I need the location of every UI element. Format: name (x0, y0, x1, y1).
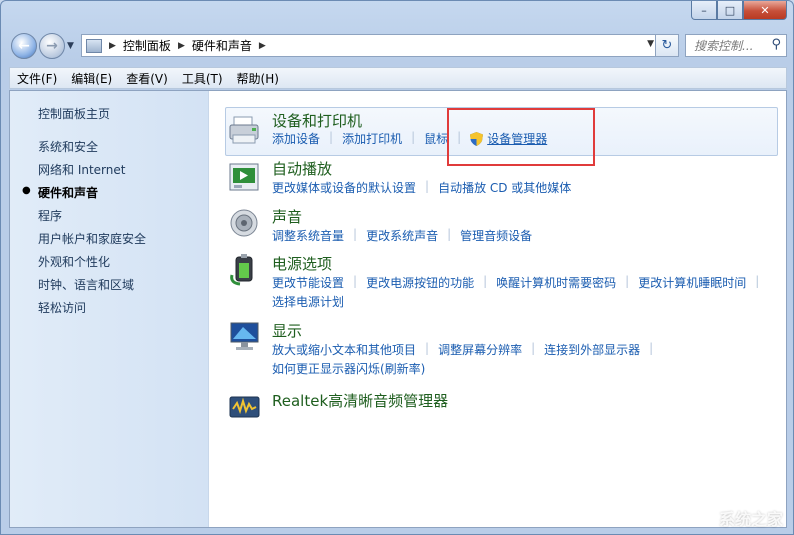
link-adjust-resolution[interactable]: 调整屏幕分辨率 (438, 341, 522, 358)
category-title-realtek[interactable]: Realtek高清晰音频管理器 (272, 390, 448, 411)
caption-buttons: – □ ✕ (691, 1, 787, 20)
menu-tools[interactable]: 工具(T) (175, 70, 230, 87)
search-icon[interactable]: ⚲ (771, 37, 781, 52)
autoplay-links: 更改媒体或设备的默认设置 | 自动播放 CD 或其他媒体 (272, 179, 571, 196)
sidebar-item-user-accounts[interactable]: 用户帐户和家庭安全 (38, 230, 146, 247)
link-separator: | (353, 274, 358, 288)
display-links: 放大或缩小文本和其他项目 | 调整屏幕分辨率 | 连接到外部显示器 | (272, 341, 662, 358)
link-adjust-volume[interactable]: 调整系统音量 (272, 227, 344, 244)
sidebar-item-network[interactable]: 网络和 Internet (38, 161, 125, 178)
search-placeholder: 搜索控制... (694, 39, 754, 53)
link-separator: | (531, 341, 536, 355)
menu-view[interactable]: 查看(V) (119, 70, 175, 87)
link-separator: | (649, 341, 654, 355)
autoplay-icon[interactable] (228, 161, 262, 195)
battery-icon[interactable] (228, 253, 262, 287)
category-title-autoplay[interactable]: 自动播放 (272, 158, 332, 179)
recent-pages-dropdown-icon[interactable]: ▼ (67, 41, 74, 51)
link-separator: | (425, 341, 430, 355)
link-separator: | (411, 130, 416, 144)
link-separator: | (425, 179, 430, 193)
link-change-media-defaults[interactable]: 更改媒体或设备的默认设置 (272, 179, 416, 196)
sidebar-item-programs[interactable]: 程序 (38, 207, 62, 224)
link-add-device[interactable]: 添加设备 (272, 130, 320, 147)
monitor-icon[interactable] (228, 319, 262, 353)
link-add-printer[interactable]: 添加打印机 (342, 130, 402, 147)
display-links-row2: 如何更正显示器闪烁(刷新率) (272, 360, 425, 377)
sidebar-item-appearance[interactable]: 外观和个性化 (38, 253, 110, 270)
address-dropdown-icon[interactable]: ▼ (647, 39, 654, 49)
sidebar-item-home[interactable]: 控制面板主页 (38, 105, 110, 122)
printer-icon[interactable] (228, 113, 262, 147)
link-external-display[interactable]: 连接到外部显示器 (544, 341, 640, 358)
menu-file[interactable]: 文件(F) (10, 70, 64, 87)
link-fix-flicker[interactable]: 如何更正显示器闪烁(刷新率) (272, 360, 425, 377)
link-mouse[interactable]: 鼠标 (424, 130, 448, 147)
back-button[interactable]: ← (11, 33, 37, 59)
forward-button[interactable]: → (39, 33, 65, 59)
control-panel-window: – □ ✕ ← → ▼ ▶ 控制面板 ▶ 硬件和声音 ▶ ▼ ↻ 搜索控制...… (0, 0, 794, 535)
link-power-button-function[interactable]: 更改电源按钮的功能 (366, 274, 474, 291)
menu-edit[interactable]: 编辑(E) (64, 70, 119, 87)
link-resize-text[interactable]: 放大或缩小文本和其他项目 (272, 341, 416, 358)
link-manage-audio-devices[interactable]: 管理音频设备 (460, 227, 532, 244)
link-separator: | (755, 274, 760, 288)
sidebar-item-hardware-sound[interactable]: 硬件和声音 (38, 184, 98, 201)
sidebar-item-clock-region[interactable]: 时钟、语言和区域 (38, 276, 134, 293)
search-input[interactable]: 搜索控制... ⚲ (685, 34, 787, 57)
sidebar-item-ease-of-access[interactable]: 轻松访问 (38, 299, 86, 316)
link-separator: | (329, 130, 334, 144)
link-change-power-settings[interactable]: 更改节能设置 (272, 274, 344, 291)
power-links: 更改节能设置 | 更改电源按钮的功能 | 唤醒计算机时需要密码 | 更改计算机睡… (272, 274, 768, 291)
breadcrumb-separator-icon[interactable]: ▶ (178, 41, 185, 51)
breadcrumb-control-panel[interactable]: 控制面板 (123, 37, 171, 54)
link-autoplay-cd[interactable]: 自动播放 CD 或其他媒体 (438, 179, 571, 196)
link-separator: | (353, 227, 358, 241)
menu-bar: 文件(F) 编辑(E) 查看(V) 工具(T) 帮助(H) (9, 67, 787, 89)
power-links-row2: 选择电源计划 (272, 293, 344, 310)
breadcrumb-separator-icon[interactable]: ▶ (109, 41, 116, 51)
link-change-sounds[interactable]: 更改系统声音 (366, 227, 438, 244)
category-title-devices-printers[interactable]: 设备和打印机 (272, 110, 362, 131)
navigation-bar: ← → ▼ ▶ 控制面板 ▶ 硬件和声音 ▶ ▼ ↻ 搜索控制... ⚲ (9, 31, 787, 61)
watermark: 系统之家 (718, 510, 783, 529)
realtek-icon[interactable] (228, 389, 262, 423)
breadcrumb-hardware-sound[interactable]: 硬件和声音 (192, 37, 252, 54)
sidebar-item-system-security[interactable]: 系统和安全 (38, 138, 98, 155)
link-separator: | (483, 274, 488, 288)
annotation-highlight-box (447, 108, 595, 166)
link-change-sleep-time[interactable]: 更改计算机睡眠时间 (638, 274, 746, 291)
minimize-button[interactable]: – (691, 1, 717, 20)
close-button[interactable]: ✕ (743, 1, 787, 20)
content-area: 控制面板主页 系统和安全 网络和 Internet ● 硬件和声音 程序 用户帐… (9, 90, 787, 528)
category-title-display[interactable]: 显示 (272, 320, 302, 341)
category-title-power[interactable]: 电源选项 (272, 253, 332, 274)
address-bar[interactable]: ▶ 控制面板 ▶ 硬件和声音 ▶ ▼ (81, 34, 661, 57)
category-title-sound[interactable]: 声音 (272, 206, 302, 227)
control-panel-icon (86, 38, 102, 53)
link-require-password-wake[interactable]: 唤醒计算机时需要密码 (496, 274, 616, 291)
sidebar: 控制面板主页 系统和安全 网络和 Internet ● 硬件和声音 程序 用户帐… (10, 91, 209, 527)
link-separator: | (447, 227, 452, 241)
maximize-button[interactable]: □ (717, 1, 743, 20)
menu-help[interactable]: 帮助(H) (230, 70, 286, 87)
speaker-icon[interactable] (228, 206, 262, 240)
sound-links: 调整系统音量 | 更改系统声音 | 管理音频设备 (272, 227, 532, 244)
link-separator: | (625, 274, 630, 288)
link-choose-power-plan[interactable]: 选择电源计划 (272, 293, 344, 310)
refresh-button[interactable]: ↻ (655, 34, 679, 57)
breadcrumb-separator-icon[interactable]: ▶ (259, 41, 266, 51)
active-bullet-icon: ● (22, 185, 31, 196)
